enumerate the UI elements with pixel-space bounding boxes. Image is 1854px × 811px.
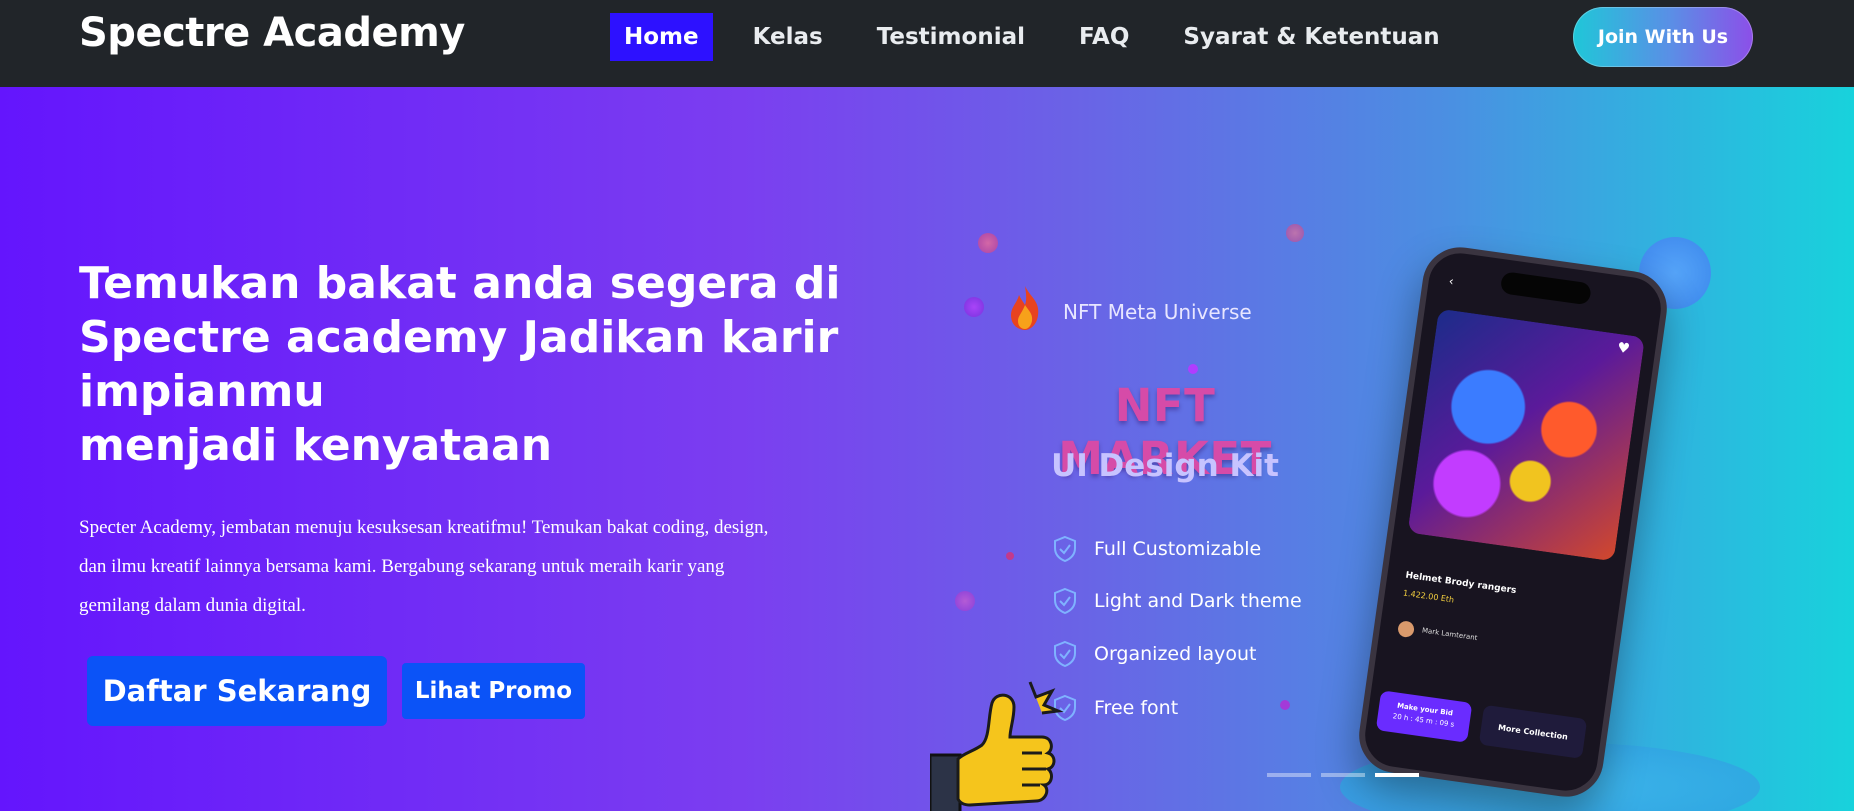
description-line: gemilang dalam dunia digital.	[79, 595, 306, 616]
heart-icon: ♥	[1616, 339, 1631, 358]
feature-label: Light and Dark theme	[1094, 590, 1302, 612]
headline-line: menjadi kenyataan	[79, 420, 553, 471]
feature-item: Full Customizable	[1052, 535, 1261, 563]
hero-headline: Temukan bakat anda segera di Spectre aca…	[79, 257, 841, 473]
feature-label: Full Customizable	[1094, 538, 1262, 560]
back-arrow-icon: ‹	[1447, 273, 1455, 289]
phone-bid-button: Make your Bid 20 h : 45 m : 09 s	[1375, 690, 1473, 743]
headline-line: Temukan bakat anda segera di	[79, 258, 841, 309]
nav-links: Home Kelas Testimonial FAQ Syarat & Kete…	[610, 13, 1480, 61]
decor-bubble	[1280, 700, 1290, 710]
join-button[interactable]: Join With Us	[1573, 7, 1753, 67]
nav-home[interactable]: Home	[610, 13, 713, 61]
lihat-promo-button[interactable]: Lihat Promo	[402, 663, 585, 719]
nav-testimonial[interactable]: Testimonial	[863, 13, 1039, 61]
description-line: Specter Academy, jembatan menuju kesukse…	[79, 517, 769, 538]
feature-item: Light and Dark theme	[1052, 587, 1302, 615]
carousel-indicator[interactable]	[1321, 773, 1365, 777]
headline-line: impianmu	[79, 366, 325, 417]
phone-mockup: ‹ ♥ Helmet Brody rangers 1.422.00 Eth Ma…	[1354, 242, 1672, 802]
daftar-sekarang-button[interactable]: Daftar Sekarang	[87, 656, 387, 726]
headline-line: Spectre academy Jadikan karir	[79, 312, 839, 363]
decor-bubble	[964, 297, 984, 317]
avatar	[1397, 620, 1416, 639]
decor-bubble	[1006, 552, 1014, 560]
carousel-indicator[interactable]	[1267, 773, 1311, 777]
phone-owner-name: Mark Lamterant	[1421, 626, 1478, 643]
brand-logo[interactable]: Spectre Academy	[79, 10, 465, 56]
hero-description: Specter Academy, jembatan menuju kesukse…	[79, 508, 819, 625]
phone-notch	[1499, 271, 1592, 306]
nft-artwork	[1407, 308, 1645, 562]
nft-subtitle: UI Design Kit	[1051, 448, 1279, 484]
nav-kelas[interactable]: Kelas	[739, 13, 837, 61]
decor-bubble	[955, 591, 975, 611]
feature-label: Organized layout	[1094, 643, 1257, 665]
carousel-indicators	[1267, 773, 1429, 777]
decor-bubble	[1188, 364, 1198, 374]
phone-item-price: 1.422.00 Eth	[1402, 588, 1455, 605]
nav-syarat-ketentuan[interactable]: Syarat & Ketentuan	[1169, 13, 1453, 61]
promo-carousel-slide[interactable]: NFT Meta Universe NFT MARKET UI Design K…	[930, 87, 1760, 811]
flame-icon	[1011, 286, 1039, 330]
shield-check-icon	[1054, 587, 1076, 615]
navbar: Spectre Academy Home Kelas Testimonial F…	[0, 0, 1854, 87]
carousel-indicator-active[interactable]	[1375, 773, 1419, 777]
nav-faq[interactable]: FAQ	[1065, 13, 1143, 61]
feature-label: Free font	[1094, 697, 1179, 719]
shield-check-icon	[1054, 535, 1076, 563]
decor-bubble	[978, 233, 998, 253]
shield-check-icon	[1054, 640, 1076, 668]
description-line: dan ilmu kreatif lainnya bersama kami. B…	[79, 556, 725, 577]
feature-item: Organized layout	[1052, 640, 1257, 668]
nft-brand-label: NFT Meta Universe	[1063, 300, 1252, 324]
phone-collection-button: More Collection	[1478, 704, 1588, 759]
thumbs-up-icon	[930, 681, 1064, 811]
decor-bubble	[1286, 224, 1304, 242]
